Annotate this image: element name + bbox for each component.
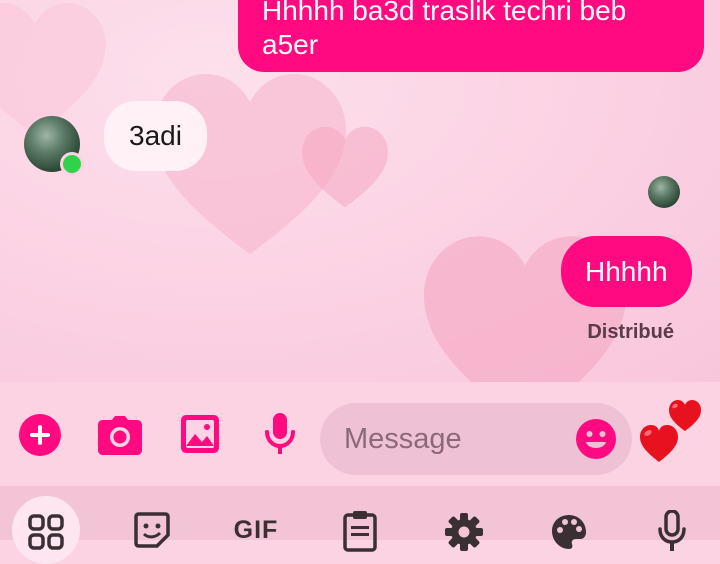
gif-icon[interactable]: GIF: [226, 486, 286, 544]
seen-by-avatar: [648, 176, 680, 208]
outgoing-message-bubble[interactable]: Hhhhh ba3d traslik techri beb a5er: [238, 0, 704, 72]
conversation-area[interactable]: Hhhhh ba3d traslik techri beb a5er 3adi …: [0, 0, 720, 382]
settings-gear-icon[interactable]: [445, 486, 483, 551]
gif-label: GIF: [233, 516, 279, 544]
incoming-message-bubble[interactable]: 3adi: [104, 101, 207, 171]
microphone-icon[interactable]: [657, 486, 687, 551]
image-icon[interactable]: [180, 414, 220, 454]
keyboard-toolbar: GIF: [0, 486, 720, 564]
microphone-icon[interactable]: [263, 412, 297, 456]
delivery-status: Distribué: [587, 321, 674, 343]
message-input[interactable]: [344, 403, 574, 475]
sticker-icon[interactable]: [133, 486, 171, 548]
outgoing-message-bubble[interactable]: Hhhhh: [561, 236, 692, 307]
palette-icon[interactable]: [550, 486, 588, 549]
hearts-icon[interactable]: [636, 398, 708, 466]
apps-grid-icon[interactable]: [28, 486, 64, 550]
message-field[interactable]: [320, 403, 632, 475]
clipboard-icon[interactable]: [342, 486, 378, 552]
online-status-indicator: [60, 152, 84, 176]
emoji-icon[interactable]: [576, 419, 616, 459]
background-heart-decoration: [302, 126, 388, 208]
camera-icon[interactable]: [97, 414, 143, 456]
plus-circle-icon[interactable]: [18, 413, 62, 457]
